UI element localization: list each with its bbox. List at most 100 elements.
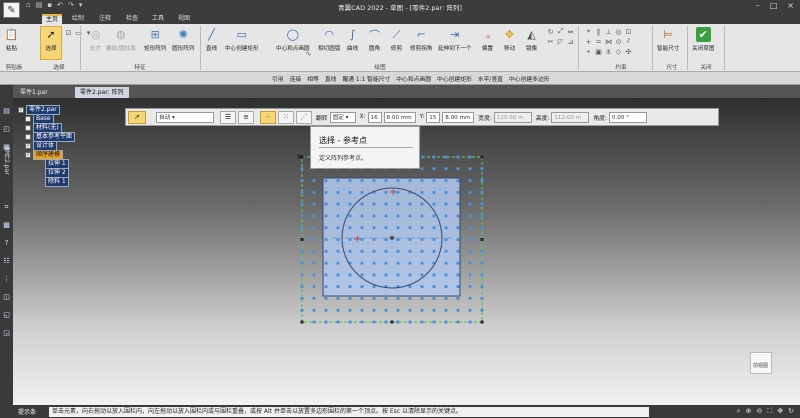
tree-item[interactable]: 基本参考平面 <box>25 132 76 142</box>
checkbox[interactable] <box>25 134 31 140</box>
auto-icon[interactable]: ✣ <box>624 47 633 56</box>
box-select-icon[interactable]: ▭ <box>74 28 83 37</box>
rotate-icon[interactable]: ↻ <box>546 27 555 36</box>
perpendicular-icon[interactable]: ⊥ <box>604 27 613 36</box>
offset-button[interactable]: ⟓ 偏置 <box>480 27 495 53</box>
equal-icon[interactable]: = <box>594 37 603 46</box>
snap-icon[interactable]: ⌗ <box>2 203 11 212</box>
option-icon[interactable]: ◲ <box>2 329 11 338</box>
snap-item-smart-dim[interactable]: 醒通 1:1 智能尺寸 <box>342 74 390 83</box>
zoom-out-icon[interactable]: ⊖ <box>756 407 762 416</box>
tree-root[interactable]: ✓ 零件2.par <box>18 105 60 115</box>
trim-button[interactable]: ⟋ 修剪 <box>389 27 404 53</box>
view-icon[interactable]: ◱ <box>2 311 11 320</box>
rigid-icon[interactable]: ▣ <box>594 47 603 56</box>
tree-item[interactable]: 除料 1 <box>45 177 69 187</box>
search-icon[interactable]: ⌕ <box>737 407 741 416</box>
doc-tab-part1[interactable]: 零件1.par <box>15 87 53 98</box>
teach-icon[interactable]: ☷ <box>2 257 11 266</box>
parallel-icon[interactable]: ∥ <box>594 27 603 36</box>
move-button[interactable]: ✥ 移动 <box>502 27 517 52</box>
tab-annotate[interactable]: 注释 <box>95 14 115 24</box>
sketch-pattern[interactable]: + + × <box>293 148 513 328</box>
tab-view[interactable]: 视图 <box>174 14 194 24</box>
application-button[interactable]: ✎ <box>3 2 20 18</box>
fit-select[interactable]: 固定 ▾ <box>329 111 356 123</box>
layers-icon[interactable]: ◰ <box>2 125 11 134</box>
curve-icon[interactable]: ∿ <box>304 49 313 58</box>
extend-button[interactable]: ⇥ 延伸到下一个 <box>438 27 472 52</box>
project-icon[interactable]: ⊿ <box>566 37 575 46</box>
checkbox[interactable]: ✓ <box>18 107 24 113</box>
tab-home[interactable]: 主页 <box>42 14 62 24</box>
checkbox[interactable] <box>25 125 31 131</box>
tab-inspect[interactable]: 检查 <box>122 14 142 24</box>
rect-pattern-button[interactable]: ⊞ 矩形阵列 <box>144 27 166 52</box>
relation-icon[interactable]: ◇ <box>614 47 623 56</box>
snap-item-hv[interactable]: 水平/竖直 <box>478 74 503 83</box>
chamfer-icon[interactable]: ◸ <box>556 37 565 46</box>
grid-icon[interactable]: ▩ <box>2 221 11 230</box>
feature1-button[interactable]: ◎ 长方 <box>88 27 103 52</box>
curve-button[interactable]: ∫ 曲线 <box>345 27 360 52</box>
pattern-grid-button[interactable]: ⁙ <box>278 110 294 124</box>
tree-item[interactable]: Base <box>25 114 54 124</box>
feature2-button[interactable]: ◍ 螺纹/圆柱面 <box>106 27 136 52</box>
select-button[interactable]: ➚ 选择 <box>40 26 62 60</box>
scale-icon[interactable]: ⤢ <box>556 27 565 36</box>
tangent-icon[interactable]: ◎ <box>614 27 623 36</box>
snap-item-rect[interactable]: 中心创建矩形 <box>437 74 472 83</box>
maximize-button[interactable]: □ <box>770 1 778 10</box>
tree-item[interactable]: 材料(无) <box>25 123 62 133</box>
stretch-icon[interactable]: ⇔ <box>566 27 575 36</box>
split-icon[interactable]: ✂ <box>546 37 555 46</box>
tree-item[interactable]: 拉伸 1 <box>45 159 69 169</box>
fillet-button[interactable]: ⌒ 圆角 <box>367 27 382 53</box>
checkbox[interactable] <box>25 116 31 122</box>
angle-field[interactable]: 0.00 ° <box>608 111 647 123</box>
pathfinder-icon[interactable]: ▤ <box>2 107 11 116</box>
minimize-button[interactable]: – <box>756 1 760 10</box>
fix-icon[interactable]: ⚓ <box>604 47 613 56</box>
tab-tools[interactable]: 工具 <box>148 14 168 24</box>
tree-item[interactable]: ✓ 顺序建模 <box>25 150 64 160</box>
symmetric-icon[interactable]: ⋈ <box>604 37 613 46</box>
snap-item-circle[interactable]: 中心和点画圆 <box>396 74 431 83</box>
y-spacing-field[interactable]: 8.00 mm <box>442 111 475 123</box>
pan-icon[interactable]: ✥ <box>777 407 783 416</box>
option2-button[interactable]: ≡ <box>238 110 254 124</box>
y-count-field[interactable]: 15 <box>426 111 441 123</box>
x-count-field[interactable]: 16 <box>367 111 382 123</box>
help-icon[interactable]: ? <box>2 239 11 248</box>
snap-item-line[interactable]: 直线 <box>325 74 337 83</box>
paste-button[interactable]: 📋 粘贴 <box>4 27 19 52</box>
snap-item-equal[interactable]: 相等 <box>307 74 319 83</box>
checkbox[interactable]: ✓ <box>25 143 31 149</box>
tree-item[interactable]: ✓ 设计体 <box>25 141 58 151</box>
rotate-icon[interactable]: ↻ <box>788 407 794 416</box>
close-button[interactable]: × <box>787 1 794 10</box>
lock-icon[interactable]: ⊡ <box>624 27 633 36</box>
width-field[interactable]: 120.00 m <box>493 111 532 123</box>
height-field[interactable]: 112.00 m <box>551 111 590 123</box>
snap-item-reference[interactable]: 引用 <box>272 74 284 83</box>
collinear-icon[interactable]: ⫽ <box>624 37 633 46</box>
close-sketch-button[interactable]: ✔ 关闭草图 <box>692 27 714 52</box>
ref-point-button[interactable]: ⁘ <box>260 110 276 124</box>
snap-item-polygon[interactable]: 中心创建多边形 <box>509 74 550 83</box>
tree-item[interactable]: 拉伸 2 <box>45 168 69 178</box>
graphics-window[interactable]: ✓ 零件2.par Base 材料(无) 基本参考平面 ✓ 设计体 ✓ 顺序建模 拉伸… <box>13 98 800 405</box>
concentric-icon[interactable]: ⊙ <box>614 37 623 46</box>
pattern-stagger-button[interactable]: ⋰ <box>296 110 312 124</box>
snap-item-connect[interactable]: 连接 <box>290 74 302 83</box>
doc-tab-part2[interactable]: 零件2.par: 阵列 <box>75 87 129 98</box>
option1-button[interactable]: ☰ <box>220 110 236 124</box>
connect-icon[interactable]: ⌖ <box>584 27 593 36</box>
fit-icon[interactable]: ⛶ <box>767 407 772 416</box>
feature-icon[interactable]: ◫ <box>2 293 11 302</box>
x-spacing-field[interactable]: 8.00 mm <box>383 111 416 123</box>
view-cube[interactable]: 前视图 <box>750 352 772 374</box>
horizontal-icon[interactable]: + <box>584 37 593 46</box>
select-tool-button[interactable]: ➚ <box>128 110 146 124</box>
circ-pattern-button[interactable]: ✺ 圆形阵列 <box>172 27 194 52</box>
